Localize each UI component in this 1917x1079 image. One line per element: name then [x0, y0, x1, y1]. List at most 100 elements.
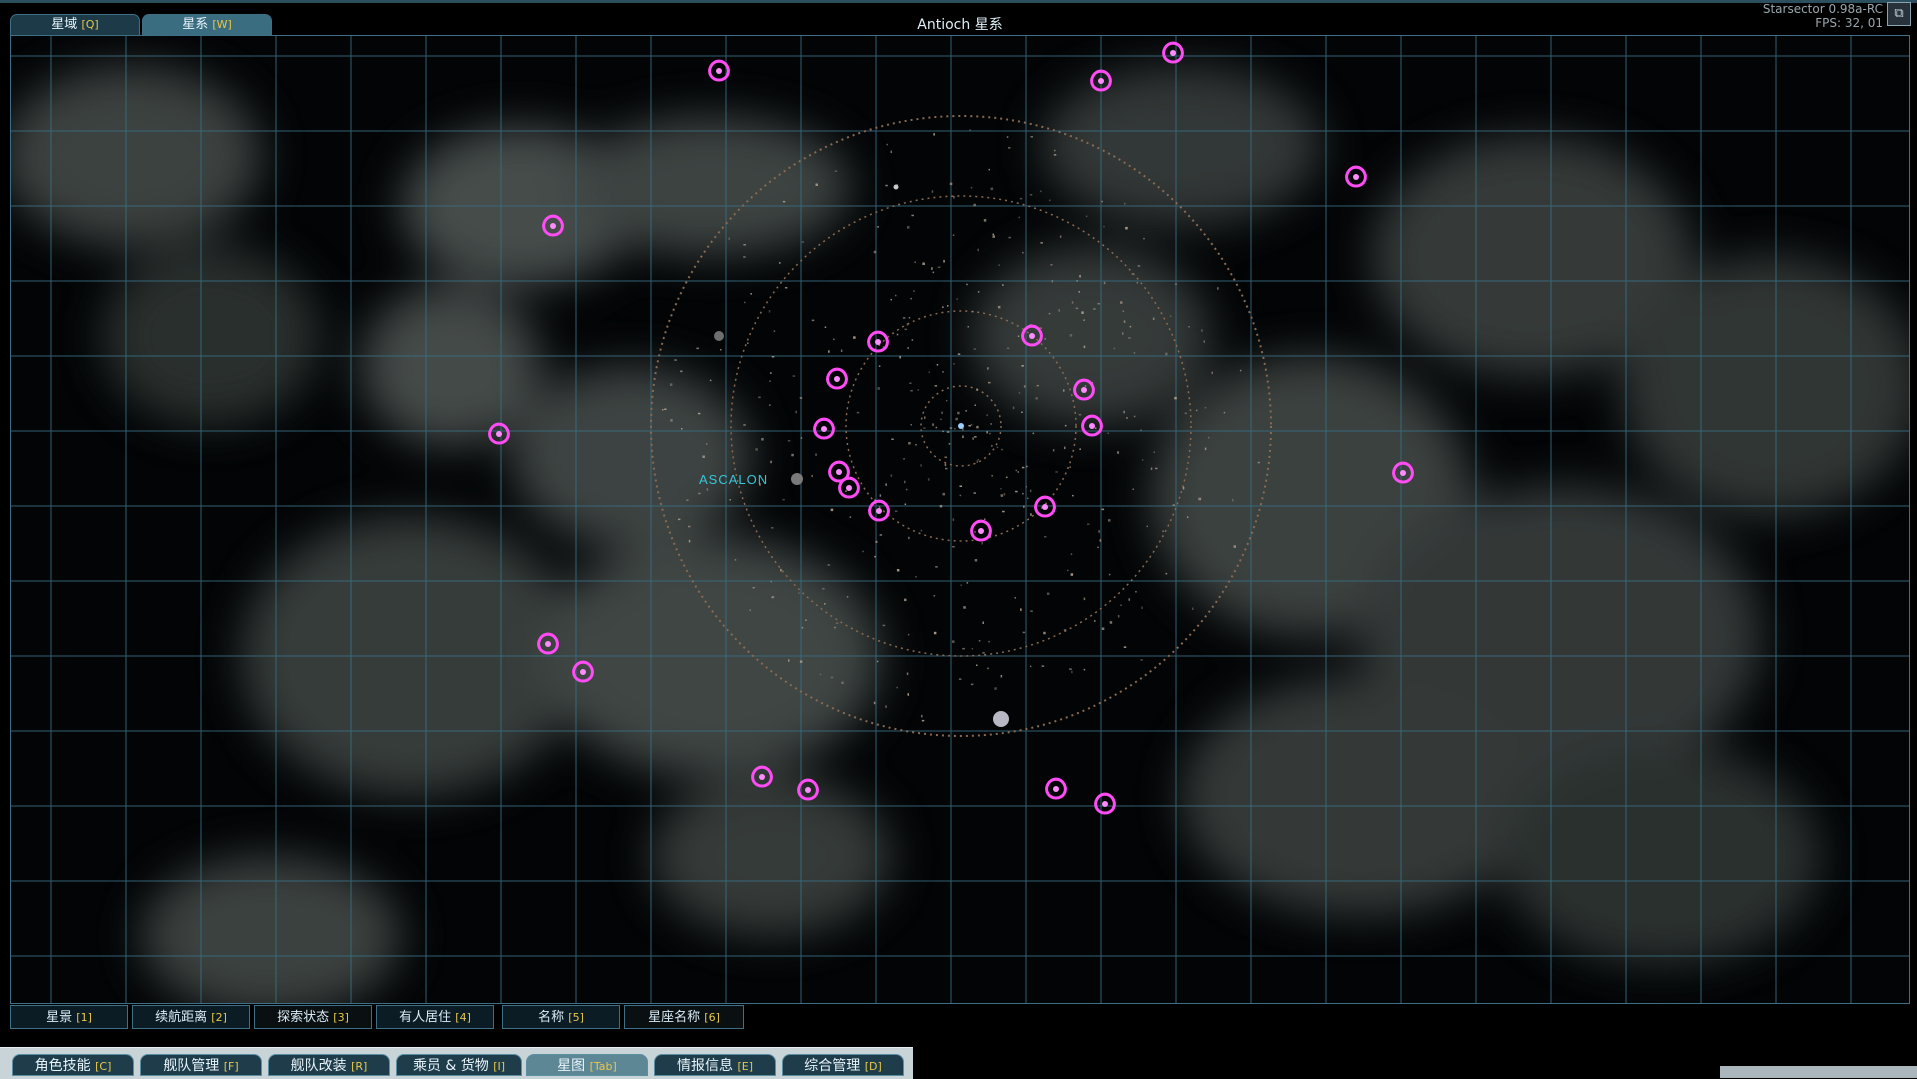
debris-particle — [1063, 389, 1065, 392]
debris-particle — [879, 534, 883, 536]
layer-button-range[interactable]: 续航距离 [2] — [132, 1005, 250, 1029]
debris-particle — [1182, 486, 1185, 490]
vortex-icon[interactable] — [1345, 165, 1367, 188]
vortex-icon[interactable] — [1045, 777, 1067, 800]
debris-particle — [1141, 459, 1144, 461]
debris-particle — [963, 606, 966, 609]
debris-particle — [1022, 251, 1024, 254]
system-map[interactable]: ASCALON — [10, 35, 1910, 1004]
tab-command[interactable]: 综合管理 [D] — [782, 1054, 904, 1076]
layer-button-names[interactable]: 名称 [5] — [502, 1005, 620, 1029]
debris-particle — [910, 297, 912, 300]
layer-button-inhabited[interactable]: 有人居住 [4] — [376, 1005, 494, 1029]
debris-particle — [1000, 448, 1004, 451]
tab-cargo[interactable]: 乘员 & 货物 [I] — [396, 1054, 522, 1076]
debris-particle — [909, 382, 912, 384]
debris-particle — [962, 647, 965, 650]
debris-particle — [976, 425, 979, 429]
debris-particle — [1070, 573, 1074, 576]
debris-particle — [906, 672, 909, 675]
debris-particle — [982, 621, 984, 624]
debris-particle — [1099, 539, 1102, 542]
debris-particle — [977, 459, 979, 461]
debris-particle — [1146, 525, 1148, 528]
debris-particle — [782, 200, 786, 203]
tab-label: 综合管理 — [804, 1058, 861, 1074]
tab-intel[interactable]: 情报信息 [E] — [654, 1054, 776, 1076]
debris-particle — [1203, 340, 1205, 343]
debris-particle — [986, 431, 988, 434]
debris-particle — [894, 510, 898, 512]
debris-particle — [784, 287, 788, 289]
debris-particle — [965, 410, 967, 412]
tab-hotkey: [Tab] — [589, 1060, 617, 1073]
debris-particle — [1015, 490, 1018, 493]
debris-particle — [1021, 411, 1023, 413]
bottom-right-decoration — [1720, 1066, 1917, 1078]
debris-particle — [1109, 621, 1113, 624]
debris-particle — [992, 233, 994, 236]
debris-particle — [972, 437, 974, 440]
debris-particle — [935, 566, 938, 568]
debris-particle — [970, 186, 973, 189]
fps-text: FPS: 32, 01 — [1815, 16, 1883, 30]
tab-fleet[interactable]: 舰队管理 [F] — [140, 1054, 262, 1076]
debris-particle — [933, 631, 937, 635]
debris-particle — [1079, 275, 1081, 278]
vortex-icon[interactable] — [838, 476, 860, 499]
station-marker[interactable] — [893, 184, 899, 190]
debris-particle — [933, 595, 936, 597]
vortex-icon[interactable] — [813, 417, 835, 440]
debris-particle — [1035, 397, 1038, 400]
debris-particle — [824, 326, 827, 328]
map-canvas[interactable]: ASCALON — [11, 36, 1909, 1003]
debris-particle — [890, 474, 893, 477]
debris-particle — [1048, 312, 1051, 315]
debris-particle — [882, 624, 886, 627]
debris-particle — [911, 214, 914, 217]
debris-particle — [1054, 149, 1056, 152]
tab-map[interactable]: 星图 [Tab] — [526, 1054, 648, 1076]
layer-button-exploration[interactable]: 探索状态 [3] — [254, 1005, 372, 1029]
vortex-icon[interactable] — [1162, 41, 1184, 64]
debris-particle — [917, 389, 919, 391]
planet-moon[interactable] — [993, 711, 1009, 727]
vortex-icon[interactable] — [868, 499, 890, 522]
layer-button-constellations[interactable]: 星座名称 [6] — [624, 1005, 744, 1029]
debris-particle — [890, 298, 892, 301]
debris-particle — [947, 305, 949, 307]
vortex-icon[interactable] — [970, 519, 992, 542]
debris-particle — [984, 518, 986, 520]
planet-ascalon[interactable] — [791, 473, 803, 485]
debris-particle — [1003, 493, 1006, 496]
debris-particle — [935, 426, 938, 429]
debris-particle — [769, 404, 771, 406]
tab-character[interactable]: 角色技能 [C] — [12, 1054, 134, 1076]
debris-particle — [1233, 545, 1236, 548]
debris-particle — [914, 261, 916, 263]
tab-refit[interactable]: 舰队改装 [R] — [268, 1054, 390, 1076]
vortex-icon[interactable] — [1094, 792, 1116, 815]
debris-particle — [941, 411, 943, 414]
debris-particle — [1008, 147, 1011, 149]
debris-particle — [681, 428, 683, 430]
debris-particle — [795, 410, 797, 414]
planet-label-ascalon[interactable]: ASCALON — [699, 472, 768, 487]
layer-button-starscape[interactable]: 星景 [1] — [10, 1005, 128, 1029]
debris-particle — [896, 686, 898, 689]
debris-particle — [729, 499, 731, 501]
tab-system[interactable]: 星系 [W] — [142, 14, 272, 35]
debris-particle — [908, 317, 911, 319]
debris-particle — [1017, 335, 1020, 337]
debris-particle — [798, 592, 800, 594]
star-center[interactable] — [958, 423, 964, 429]
debris-particle — [969, 129, 971, 131]
debris-particle — [1002, 510, 1005, 513]
version-text: Starsector 0.98a-RC — [1762, 2, 1883, 16]
tab-sector[interactable]: 星域 [Q] — [10, 14, 140, 35]
debris-particle — [862, 550, 864, 553]
vortex-icon[interactable] — [867, 330, 889, 353]
vortex-icon[interactable] — [826, 367, 848, 390]
planet-gray[interactable] — [714, 331, 724, 341]
menu-toggle-icon[interactable]: ⧉ — [1887, 2, 1911, 26]
